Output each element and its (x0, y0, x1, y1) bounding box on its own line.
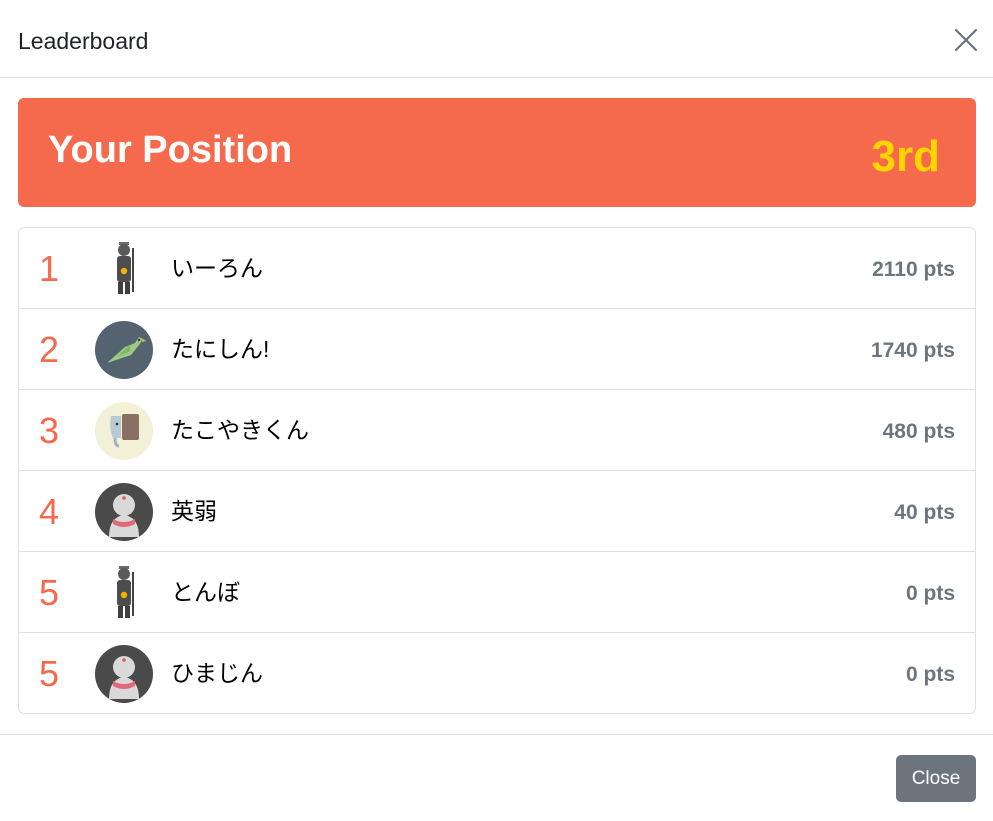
player-name: いーろん (171, 255, 263, 281)
modal-header: Leaderboard (0, 0, 993, 78)
position-title: Your Position (48, 129, 293, 171)
jizo-icon (95, 483, 153, 541)
close-icon[interactable] (951, 25, 981, 55)
player-points: 1740 pts (870, 339, 955, 362)
player-name: ひまじん (171, 660, 263, 686)
leaderboard-row: 1 いーろん 2110 pts (19, 228, 975, 309)
leaderboard-modal: Leaderboard Your Position 3rd 1 いーろん 211… (0, 0, 993, 821)
rank-number: 1 (39, 248, 60, 289)
jizo-icon (95, 645, 153, 703)
player-name: とんぼ (171, 579, 240, 605)
leaderboard-row: 4 英弱 40 pts (19, 471, 975, 552)
leaderboard-row: 5 とんぼ 0 pts (19, 552, 975, 633)
player-points: 0 pts (905, 582, 955, 605)
player-name: 英弱 (171, 498, 217, 524)
rank-number: 5 (39, 653, 60, 694)
player-points: 40 pts (894, 501, 955, 524)
elephant-icon (95, 402, 153, 460)
leaderboard-list: 1 いーろん 2110 pts 2 たにしん! 1740 pts 3 たこやきく… (18, 227, 976, 714)
player-name: たこやきくん (171, 417, 309, 443)
leaderboard-row: 5 ひまじん 0 pts (19, 633, 975, 713)
rank-number: 4 (39, 491, 60, 532)
rank-number: 2 (39, 329, 60, 370)
modal-footer: Close (0, 734, 993, 821)
leaderboard-row: 3 たこやきくん 480 pts (19, 390, 975, 471)
position-banner: Your Position 3rd (18, 98, 976, 207)
rank-number: 5 (39, 572, 60, 613)
monk-icon (95, 564, 153, 622)
player-name: たにしん! (171, 336, 270, 362)
parrot-icon (95, 321, 153, 379)
leaderboard-row: 2 たにしん! 1740 pts (19, 309, 975, 390)
monk-icon (95, 240, 153, 298)
position-rank: 3rd (871, 132, 940, 181)
player-points: 480 pts (882, 420, 955, 443)
close-button[interactable]: Close (896, 755, 976, 802)
player-points: 0 pts (905, 663, 955, 686)
player-points: 2110 pts (872, 258, 955, 281)
modal-title: Leaderboard (18, 28, 149, 54)
rank-number: 3 (39, 410, 60, 451)
